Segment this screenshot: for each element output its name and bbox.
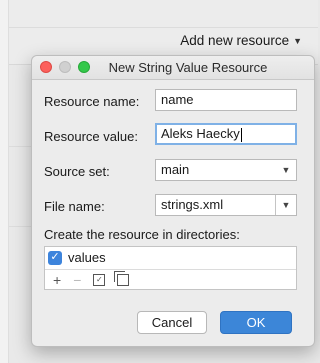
add-icon[interactable]: + — [53, 272, 61, 288]
directories-list: ✓ values + − ✓ — [44, 246, 297, 290]
resource-name-field[interactable]: name — [155, 89, 297, 111]
remove-icon[interactable]: − — [73, 272, 81, 288]
add-new-resource-label: Add new resource — [180, 33, 290, 48]
resource-name-label: Resource name: — [44, 94, 140, 109]
file-name-label: File name: — [44, 199, 105, 214]
directories-toolbar: + − ✓ — [45, 269, 296, 289]
chevron-down-icon[interactable]: ▼ — [275, 195, 296, 215]
directories-label: Create the resource in directories: — [44, 227, 240, 242]
divider — [0, 27, 318, 28]
checkbox-checked-icon[interactable]: ✓ — [48, 250, 62, 265]
dialog-title: New String Value Resource — [108, 60, 268, 75]
resource-value-field[interactable]: Aleks Haecky — [155, 123, 297, 145]
list-item[interactable]: ✓ values — [48, 250, 106, 265]
source-set-label: Source set: — [44, 164, 110, 179]
text-cursor — [240, 127, 242, 142]
resource-value-label: Resource value: — [44, 129, 138, 144]
source-set-value: main — [161, 162, 190, 177]
source-set-select[interactable]: main ▼ — [155, 159, 297, 181]
copy-icon[interactable] — [114, 270, 130, 286]
chevron-down-icon: ▼ — [281, 165, 291, 175]
cancel-button[interactable]: Cancel — [137, 311, 207, 334]
chevron-down-icon: ▼ — [293, 35, 302, 46]
file-name-select[interactable]: strings.xml ▼ — [155, 194, 297, 216]
file-name-value: strings.xml — [161, 197, 224, 212]
ok-button[interactable]: OK — [220, 311, 292, 334]
add-new-resource-button[interactable]: Add new resource ▼ — [180, 33, 302, 48]
select-all-icon[interactable]: ✓ — [93, 273, 106, 286]
directory-name: values — [68, 250, 106, 265]
resource-value-text: Aleks Haecky — [161, 126, 240, 141]
dialog-titlebar: New String Value Resource — [32, 56, 314, 80]
ide-left-gutter — [0, 0, 9, 363]
new-string-value-resource-dialog: New String Value Resource Resource name:… — [31, 55, 315, 347]
